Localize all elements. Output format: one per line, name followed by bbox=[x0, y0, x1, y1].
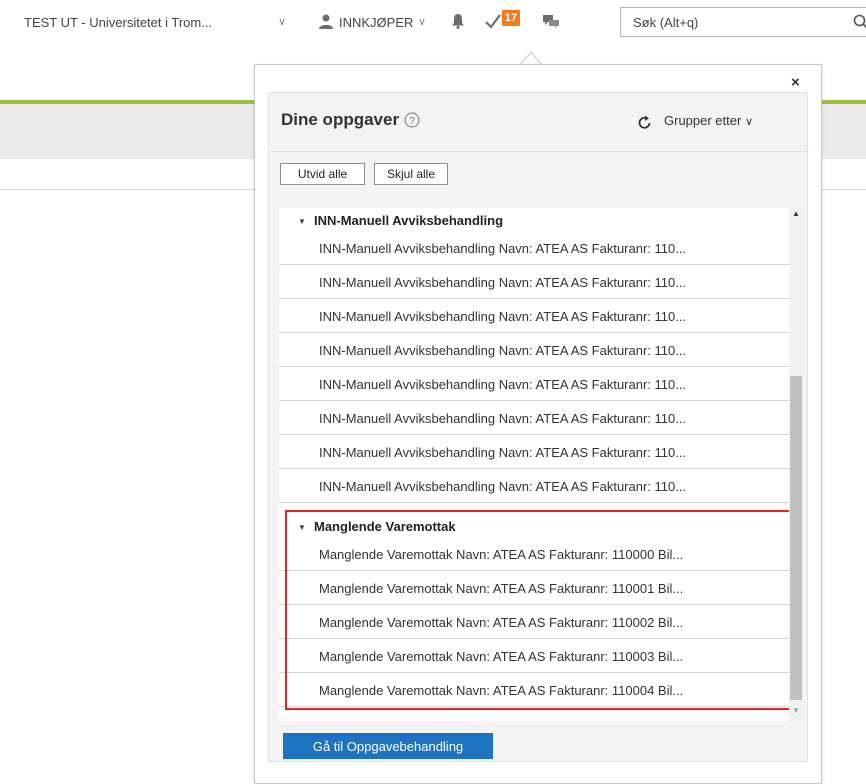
task-list: ▼ INN-Manuell Avviksbehandling INN-Manuel… bbox=[279, 208, 803, 721]
task-item-text: INN-Manuell Avviksbehandling Navn: ATEA … bbox=[319, 377, 687, 392]
chat-icon[interactable] bbox=[543, 15, 559, 28]
search-box[interactable] bbox=[620, 7, 866, 37]
task-item-text: INN-Manuell Avviksbehandling Navn: ATEA … bbox=[319, 241, 687, 256]
group-by-toggle[interactable]: Grupper etter ∨ bbox=[664, 113, 753, 128]
refresh-icon[interactable] bbox=[637, 115, 652, 130]
chevron-down-icon[interactable]: ∨ bbox=[418, 15, 426, 28]
task-item-text: INN-Manuell Avviksbehandling Navn: ATEA … bbox=[319, 445, 687, 460]
task-row[interactable]: INN-Manuell Avviksbehandling Navn: ATEA … bbox=[279, 333, 789, 367]
scrollbar-thumb[interactable] bbox=[790, 376, 802, 700]
svg-text:?: ? bbox=[409, 116, 415, 127]
task-item-text: INN-Manuell Avviksbehandling Navn: ATEA … bbox=[319, 275, 687, 290]
search-icon[interactable] bbox=[853, 14, 866, 30]
highlight-box bbox=[285, 510, 791, 710]
group-header-inn-manuell[interactable]: ▼ INN-Manuell Avviksbehandling bbox=[298, 213, 503, 228]
role-selector[interactable]: INNKJØPER bbox=[339, 15, 413, 30]
task-row[interactable]: INN-Manuell Avviksbehandling Navn: ATEA … bbox=[279, 299, 789, 333]
task-row[interactable]: INN-Manuell Avviksbehandling Navn: ATEA … bbox=[279, 367, 789, 401]
task-row[interactable]: INN-Manuell Avviksbehandling Navn: ATEA … bbox=[279, 265, 789, 299]
help-icon[interactable]: ? bbox=[404, 112, 420, 128]
collapse-triangle-icon[interactable]: ▼ bbox=[298, 217, 314, 226]
tasks-check-icon[interactable] bbox=[484, 12, 502, 30]
group-by-label: Grupper etter bbox=[664, 113, 742, 128]
chevron-down-icon[interactable]: ∨ bbox=[278, 15, 286, 28]
scrollbar[interactable]: ▲ ▼ bbox=[789, 208, 803, 721]
tasks-popup: × Dine oppgaver ? Grupper etter ∨ Utvid … bbox=[254, 64, 822, 784]
double-chevron-down-icon: ∨ bbox=[744, 116, 754, 128]
org-selector[interactable]: TEST UT - Universitetet i Trom... bbox=[24, 15, 212, 30]
task-row[interactable]: INN-Manuell Avviksbehandling Navn: ATEA … bbox=[279, 231, 789, 265]
scroll-down-icon[interactable]: ▼ bbox=[792, 706, 800, 715]
task-row[interactable]: INN-Manuell Avviksbehandling Navn: ATEA … bbox=[279, 435, 789, 469]
collapse-all-button[interactable]: Skjul alle bbox=[374, 163, 448, 185]
tasks-count-badge[interactable]: 17 bbox=[502, 10, 520, 26]
panel-title: Dine oppgaver bbox=[281, 110, 400, 129]
task-row[interactable]: INN-Manuell Avviksbehandling Navn: ATEA … bbox=[279, 469, 789, 503]
bell-icon[interactable] bbox=[451, 13, 465, 29]
task-item-text: INN-Manuell Avviksbehandling Navn: ATEA … bbox=[319, 411, 687, 426]
scroll-up-icon[interactable]: ▲ bbox=[792, 209, 800, 218]
close-icon[interactable]: × bbox=[791, 74, 800, 91]
task-item-text: INN-Manuell Avviksbehandling Navn: ATEA … bbox=[319, 343, 687, 358]
tasks-panel: Dine oppgaver ? Grupper etter ∨ Utvid al… bbox=[268, 92, 809, 762]
search-input[interactable] bbox=[631, 13, 831, 31]
divider bbox=[269, 151, 809, 152]
task-item-text: INN-Manuell Avviksbehandling Navn: ATEA … bbox=[319, 479, 687, 494]
expand-all-button[interactable]: Utvid alle bbox=[280, 163, 365, 185]
user-icon[interactable] bbox=[318, 13, 334, 29]
task-item-text: INN-Manuell Avviksbehandling Navn: ATEA … bbox=[319, 309, 687, 324]
goto-task-handling-button[interactable]: Gå til Oppgavebehandling bbox=[283, 733, 493, 759]
top-bar: TEST UT - Universitetet i Trom... ∨ INNK… bbox=[0, 0, 866, 50]
task-row[interactable]: INN-Manuell Avviksbehandling Navn: ATEA … bbox=[279, 401, 789, 435]
group-name: INN-Manuell Avviksbehandling bbox=[314, 213, 504, 228]
